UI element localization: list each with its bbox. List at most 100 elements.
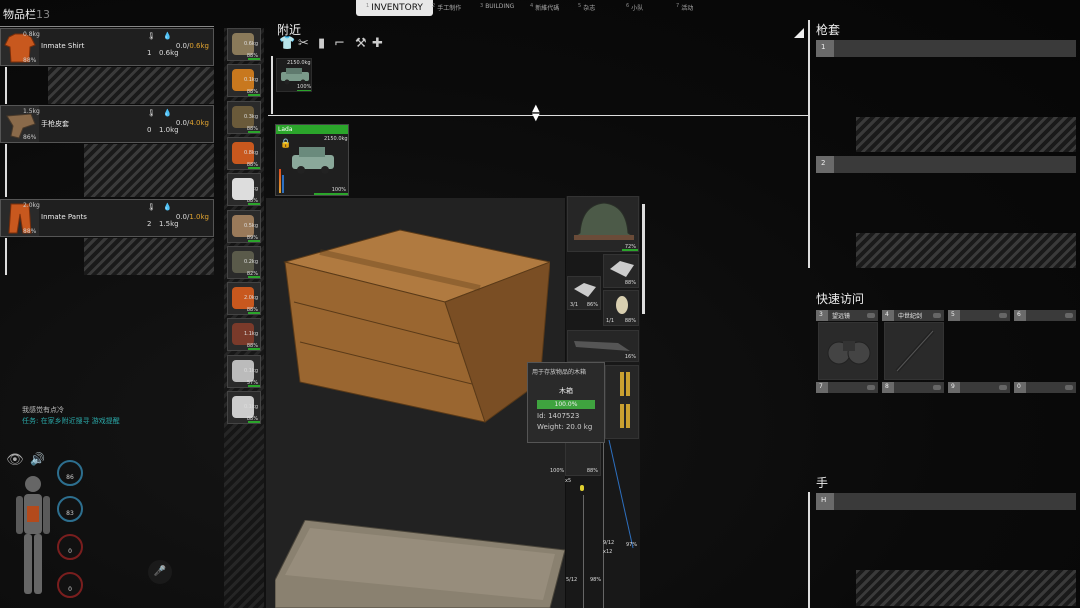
bullet-icon: [580, 485, 584, 491]
resize-handle-icon[interactable]: ▲ ▼: [532, 104, 540, 123]
gear-name: 手枪皮套: [41, 120, 69, 128]
slot-shortcut-icon: [867, 385, 875, 390]
divider: [808, 492, 810, 608]
scrollbar[interactable]: [642, 204, 645, 314]
water-gauge: [282, 175, 284, 193]
hand-slot[interactable]: H: [816, 493, 1076, 510]
strip-item[interactable]: 2.0kg 88%: [227, 282, 261, 316]
container-item[interactable]: 1/1 88%: [603, 290, 639, 326]
sword-item[interactable]: [884, 322, 944, 380]
gear-name: Inmate Shirt: [41, 42, 85, 50]
water-drop-icon: 💧: [163, 109, 172, 117]
binoculars-item[interactable]: [818, 322, 878, 380]
fuel-gauge: [279, 169, 281, 193]
slot-shortcut-icon: [933, 385, 941, 390]
locked-slot: [48, 67, 214, 104]
locked-slot: [84, 238, 214, 275]
quick-slot-8[interactable]: 8: [882, 382, 944, 393]
tab-inventory[interactable]: 1 INVENTORY: [356, 0, 433, 16]
divider: [583, 495, 584, 608]
strip-item[interactable]: 0.1kg 88%: [227, 64, 261, 98]
inventory-count: 13: [36, 8, 50, 21]
medical-filter-icon[interactable]: ✚: [372, 36, 383, 51]
quick-slot-9[interactable]: 9: [948, 382, 1010, 393]
water-drop-icon: 💧: [163, 203, 172, 211]
selected-vehicle-card[interactable]: Lada 2150.0kg 🔒 100%: [275, 124, 349, 196]
strip-item[interactable]: 0.6kg 88%: [227, 28, 261, 61]
food-indicator: 0: [57, 572, 83, 598]
slot-shortcut-icon: [1065, 313, 1073, 318]
slot-shortcut-icon: [867, 313, 875, 318]
tab-squad[interactable]: 6 小队: [626, 3, 643, 19]
eye-icon[interactable]: 👁: [6, 452, 32, 472]
container-item[interactable]: 3/1 86%: [567, 276, 601, 310]
locked-slot: [856, 117, 1076, 152]
slot-shortcut-icon: [999, 385, 1007, 390]
container-item[interactable]: 88%: [603, 254, 639, 288]
strip-item[interactable]: 0.8kg 88%: [227, 136, 261, 170]
strip-item[interactable]: 0.1kg 88%: [227, 391, 261, 424]
thermometer-icon: 🌡: [147, 203, 156, 211]
gear-slot-holster[interactable]: 1.5kg 86% 手枪皮套 🌡 0 💧 1.0kg 0.0/4.0kg: [0, 105, 214, 143]
divider: [271, 56, 273, 114]
divider: [5, 238, 7, 275]
strip-item[interactable]: 0.5kg 89%: [227, 209, 261, 243]
microphone-icon[interactable]: 🎤: [148, 560, 172, 584]
metal-crate-image[interactable]: [275, 520, 565, 608]
pants-filter-icon[interactable]: ✂: [298, 36, 309, 51]
knife-item[interactable]: 16%: [567, 330, 639, 362]
gun-filter-icon[interactable]: ⌐: [334, 36, 345, 51]
tab-magazine[interactable]: 5 杂志: [578, 3, 595, 19]
slot-shortcut-icon: [999, 313, 1007, 318]
quick-slot-7[interactable]: 7: [816, 382, 878, 393]
divider: [5, 144, 7, 197]
weapon-slot-1[interactable]: 1: [816, 40, 1076, 57]
quick-slot-6[interactable]: 6: [1014, 310, 1076, 321]
strip-item[interactable]: 1.1kg 88%: [227, 318, 261, 352]
strip-item[interactable]: 0.2kg 82%: [227, 245, 261, 279]
divider: [5, 67, 7, 104]
gear-slot-pants[interactable]: 2.0kg 88% Inmate Pants 🌡 2 💧 1.5kg 0.0/1…: [0, 199, 214, 237]
hands-title: 手: [816, 476, 829, 490]
slot-shortcut-icon: [1065, 385, 1073, 390]
quest-message: 任务: 在家乡附近搜寻 游戏提醒: [22, 417, 120, 425]
tab-building[interactable]: 3 BUILDING: [480, 3, 514, 19]
item-tooltip: 用于存放物品的木箱 木箱 100.0% Id: 1407523 Weight: …: [527, 362, 605, 443]
strip-item[interactable]: 0.1kg 57%: [227, 354, 261, 388]
tab-crafting[interactable]: 2 手工制作: [432, 3, 461, 19]
strip-item[interactable]: 0.3kg 88%: [227, 100, 261, 134]
status-message: 我感觉有点冷: [22, 406, 64, 414]
locked-slot: [856, 570, 1076, 606]
strip-item[interactable]: 0.3kg 88%: [227, 173, 261, 207]
tool-filter-icon[interactable]: ⚒: [355, 36, 367, 51]
tab-events[interactable]: 7 活动: [676, 3, 693, 19]
stamina-indicator: 83: [57, 496, 83, 522]
nearby-vehicle-item[interactable]: 2150.0kg 100%: [276, 58, 312, 92]
water-drop-icon: 💧: [163, 32, 172, 40]
quick-slot-5[interactable]: 5: [948, 310, 1010, 321]
holster-title: 枪套: [816, 23, 841, 37]
quick-access-title: 快速访问: [816, 292, 865, 306]
rope-item: [608, 440, 634, 549]
wooden-crate-image[interactable]: [280, 222, 550, 427]
weapon-slot-2[interactable]: 2: [816, 156, 1076, 173]
corner-resize-icon[interactable]: [794, 28, 804, 38]
bottle-filter-icon[interactable]: ▮: [318, 36, 325, 51]
container-item[interactable]: 100% 88%: [550, 440, 601, 476]
divider: [0, 26, 214, 27]
ammo-item[interactable]: [605, 365, 639, 439]
gear-slot-shirt[interactable]: 0.8kg 88% Inmate Shirt 🌡 1 💧 0.6kg 0.0/0…: [0, 28, 214, 66]
helmet-item[interactable]: 72%: [567, 196, 639, 252]
locked-slot: [856, 233, 1076, 268]
tooltip-title: 木箱: [559, 387, 573, 395]
speaker-icon[interactable]: 🔊: [30, 452, 50, 472]
quick-slot-4[interactable]: 4 中世纪剑: [882, 310, 944, 321]
quick-slot-3[interactable]: 3 望远镜: [816, 310, 878, 321]
quick-slot-0[interactable]: 0: [1014, 382, 1076, 393]
divider: [603, 440, 604, 608]
thermometer-icon: 🌡: [147, 32, 156, 40]
shirt-filter-icon[interactable]: 👕: [279, 36, 295, 51]
condition-bar: 100.0%: [537, 400, 595, 409]
tab-codes[interactable]: 4 新維代碼: [530, 3, 559, 19]
slot-shortcut-icon: [933, 313, 941, 318]
